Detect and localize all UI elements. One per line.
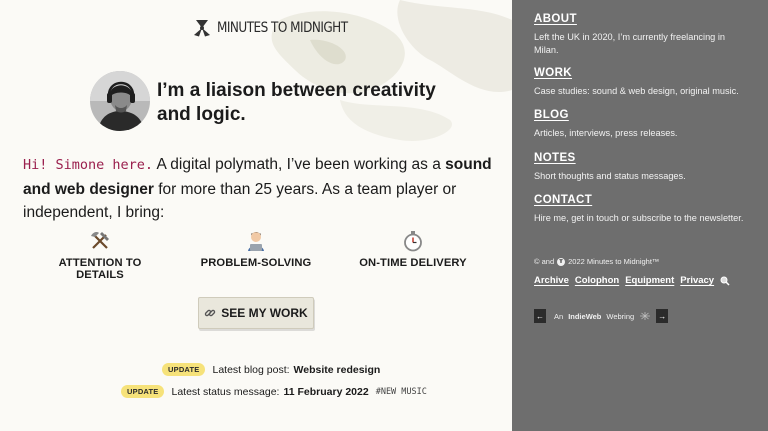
sidebar-link-notes[interactable]: NOTES: [534, 152, 576, 164]
technologist-icon: [194, 230, 318, 252]
webring-prefix: An: [554, 311, 564, 321]
webring-suffix: Webring: [606, 311, 635, 321]
footer-link-privacy[interactable]: Privacy: [680, 275, 714, 286]
footer-link-equipment[interactable]: Equipment: [625, 275, 674, 286]
sidebar-link-work[interactable]: WORK: [534, 67, 572, 79]
update-status: UPDATE Latest status message: 11 Februar…: [121, 385, 427, 398]
intro-greeting: Hi! Simone here.: [23, 157, 154, 173]
copyright-text: 2022 Minutes to Midnight™: [568, 257, 660, 266]
sidebar-link-contact[interactable]: CONTACT: [534, 194, 592, 206]
skill-label: ATTENTION TO DETAILS: [58, 257, 142, 281]
footer-links: Archive Colophon Equipment Privacy: [534, 275, 730, 286]
radiation-icon: [194, 20, 210, 37]
skill-label: PROBLEM-SOLVING: [200, 257, 312, 269]
see-my-work-label: SEE MY WORK: [221, 306, 308, 320]
main-content: MINUTES TO MIDNIGHT I’m a liaison betwee…: [0, 0, 512, 431]
webring-prev-button[interactable]: ←: [534, 309, 546, 323]
radiation-icon: [557, 257, 566, 266]
update-text: Latest status message:: [171, 385, 280, 398]
update-text: Latest blog post:: [212, 363, 290, 376]
logo-text: MINUTES TO MIDNIGHT: [217, 20, 348, 36]
spider-web-icon: [640, 312, 651, 320]
skill-label: ON-TIME DELIVERY: [359, 257, 467, 269]
sidebar-text-work: Case studies: sound & web design, origin…: [534, 86, 739, 96]
sidebar-text-contact: Hire me, get in touch or subscribe to th…: [534, 213, 744, 223]
update-blog-post: UPDATE Latest blog post: Website redesig…: [162, 363, 380, 376]
intro-paragraph: Hi! Simone here. A digital polymath, I’v…: [23, 153, 493, 225]
footer-link-archive[interactable]: Archive: [534, 275, 569, 286]
sidebar-link-blog[interactable]: BLOG: [534, 109, 569, 121]
skill-attention: ATTENTION TO DETAILS: [35, 230, 165, 281]
indieweb-webring: ← An IndieWeb Webring →: [534, 309, 669, 323]
skill-on-time: ON-TIME DELIVERY: [355, 230, 471, 269]
intro-text-1: A digital polymath, I’ve been working as…: [153, 156, 446, 173]
copyright-prefix: © and: [534, 257, 555, 266]
skill-problem-solving: PROBLEM-SOLVING: [194, 230, 318, 269]
webring-next-button[interactable]: →: [656, 309, 669, 323]
sidebar-link-about[interactable]: ABOUT: [534, 13, 577, 25]
sidebar-text-about: Left the UK in 2020, I’m currently freel…: [534, 32, 725, 55]
hero-headline: I’m a liaison between creativity and log…: [157, 80, 436, 125]
see-my-work-button[interactable]: SEE MY WORK: [198, 297, 314, 329]
avatar: [90, 71, 150, 131]
sidebar: ABOUT Left the UK in 2020, I’m currently…: [512, 0, 768, 431]
update-tag[interactable]: #NEW MUSIC: [376, 387, 427, 397]
copyright: © and 2022 Minutes to Midnight™: [534, 257, 659, 266]
magnifier-icon: [720, 276, 730, 286]
footer-link-colophon[interactable]: Colophon: [575, 275, 619, 286]
update-badge: UPDATE: [162, 363, 206, 376]
update-badge: UPDATE: [121, 385, 165, 398]
update-link-status[interactable]: 11 February 2022: [283, 386, 368, 398]
sidebar-text-blog: Articles, interviews, press releases.: [534, 128, 678, 138]
site-logo[interactable]: MINUTES TO MIDNIGHT: [193, 19, 369, 37]
update-link-blog[interactable]: Website redesign: [294, 364, 381, 376]
link-icon: [205, 309, 216, 317]
sidebar-text-notes: Short thoughts and status messages.: [534, 171, 686, 181]
hammer-pick-icon: [35, 230, 165, 252]
webring-name[interactable]: IndieWeb: [568, 312, 601, 321]
stopwatch-icon: [355, 230, 471, 252]
